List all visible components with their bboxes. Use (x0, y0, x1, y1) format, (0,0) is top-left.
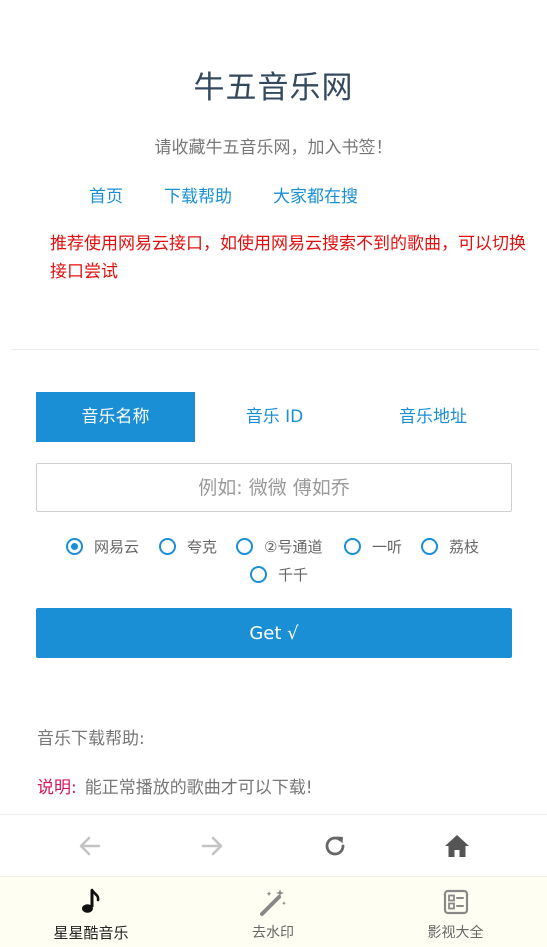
note-text: 能正常播放的歌曲才可以下载! (84, 778, 313, 798)
nav-link-download-help[interactable]: 下载帮助 (164, 182, 232, 207)
browser-toolbar (0, 814, 547, 876)
radio-qianqian[interactable]: 千千 (250, 563, 308, 585)
radio-label: 网易云 (94, 537, 140, 556)
bottom-tabbar: 星星酷音乐 去水印 影视大全 (0, 876, 547, 947)
note-label: 说明: (37, 778, 77, 798)
radio-unchecked-icon (159, 537, 176, 555)
nav-link-popular-searches[interactable]: 大家都在搜 (273, 182, 358, 207)
source-radio-row: 千千 (0, 563, 547, 585)
radio-netease[interactable]: 网易云 (66, 535, 139, 557)
radio-lizhi[interactable]: 荔枝 (421, 535, 479, 557)
back-button[interactable] (73, 829, 107, 863)
radio-unchecked-icon (250, 565, 267, 583)
search-type-tabs: 音乐名称 音乐 ID 音乐地址 (36, 392, 512, 442)
tab-music-url[interactable]: 音乐地址 (354, 392, 512, 442)
home-button[interactable] (440, 829, 474, 863)
top-nav: 首页 下载帮助 大家都在搜 (0, 182, 547, 208)
forward-button[interactable] (195, 829, 229, 863)
radio-checked-icon (66, 537, 83, 555)
tabbar-item-movies[interactable]: 影视大全 (364, 877, 547, 947)
radio-label: 荔枝 (449, 537, 480, 556)
home-icon (445, 835, 469, 857)
source-radio-row: 网易云 夸克 ②号通道 一听 荔枝 (0, 535, 547, 557)
tabbar-item-watermark[interactable]: 去水印 (182, 877, 364, 947)
get-button[interactable]: Get √ (36, 608, 512, 658)
forward-arrow-icon (201, 836, 223, 856)
radio-label: 夸克 (187, 537, 218, 556)
tab-music-name[interactable]: 音乐名称 (36, 392, 195, 442)
help-title: 音乐下载帮助: (37, 729, 145, 749)
radio-quark[interactable]: 夸克 (159, 535, 217, 557)
magic-wand-icon (258, 887, 288, 917)
grid-list-icon (441, 887, 471, 917)
radio-label: 千千 (278, 565, 309, 584)
notice-text: 推荐使用网易云接口，如使用网易云搜索不到的歌曲，可以切换接口尝试 (50, 234, 526, 282)
music-note-icon (76, 887, 106, 917)
refresh-button[interactable] (318, 829, 352, 863)
radio-label: 一听 (372, 537, 403, 556)
search-input[interactable] (36, 463, 512, 512)
radio-unchecked-icon (236, 537, 253, 555)
page-subtitle: 请收藏牛五音乐网，加入书签！ (154, 138, 393, 158)
refresh-icon (325, 836, 345, 856)
tabbar-item-music[interactable]: 星星酷音乐 (0, 877, 182, 947)
back-arrow-icon (79, 836, 101, 856)
divider (11, 349, 539, 350)
radio-label: ②号通道 (264, 537, 323, 556)
tabbar-label: 星星酷音乐 (53, 924, 129, 942)
tabbar-label: 去水印 (252, 925, 294, 941)
nav-link-home[interactable]: 首页 (89, 182, 123, 207)
tabbar-label: 影视大全 (427, 925, 484, 941)
radio-unchecked-icon (344, 537, 361, 555)
radio-channel-2[interactable]: ②号通道 (236, 535, 322, 557)
tab-music-id[interactable]: 音乐 ID (195, 392, 354, 442)
radio-yiting[interactable]: 一听 (344, 535, 402, 557)
page-title: 牛五音乐网 (193, 70, 354, 106)
note: 说明: 能正常播放的歌曲才可以下载! (37, 773, 313, 798)
radio-unchecked-icon (421, 537, 438, 555)
